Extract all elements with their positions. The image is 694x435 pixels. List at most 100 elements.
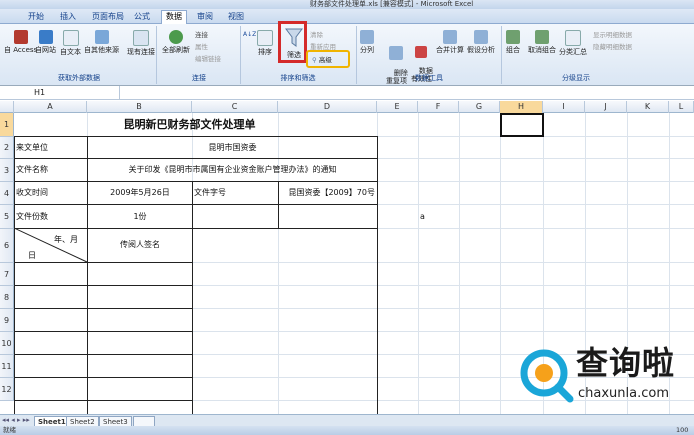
- magnifier-logo-icon: [520, 349, 574, 403]
- hide-detail-button[interactable]: 隐藏明细数据: [593, 41, 632, 51]
- row-header-2[interactable]: 2: [0, 137, 14, 159]
- properties-button[interactable]: 属性: [195, 41, 208, 51]
- row-header-8[interactable]: 8: [0, 286, 14, 309]
- group-separator: [501, 26, 502, 84]
- row-header-6[interactable]: 6: [0, 229, 14, 263]
- ungroup-button[interactable]: 取消组合: [528, 30, 556, 55]
- ribbon-tab-row: 开始 插入 页面布局 公式 数据 审阅 视图: [0, 9, 694, 25]
- edit-links-button[interactable]: 编辑链接: [195, 53, 221, 63]
- formula-bar: H1: [0, 86, 694, 100]
- web-icon: [38, 30, 53, 44]
- column-header-e[interactable]: E: [377, 101, 418, 113]
- column-header-k[interactable]: K: [627, 101, 669, 113]
- form-title[interactable]: 昆明新巴财务部文件处理单: [87, 113, 292, 137]
- watermark: 查询啦 chaxunla.com: [518, 342, 694, 414]
- from-other-sources-button[interactable]: 自其他来源: [84, 30, 119, 55]
- row-header-9[interactable]: 9: [0, 309, 14, 332]
- status-bar: 就绪 100: [0, 426, 694, 435]
- cell-b4[interactable]: 2009年5月26日: [88, 182, 192, 204]
- tab-formulas[interactable]: 公式: [130, 11, 154, 23]
- name-box[interactable]: H1: [0, 86, 120, 99]
- sheet-nav-arrows-icon[interactable]: ◂◂ ◂ ▸ ▸▸: [2, 416, 30, 424]
- column-header-j[interactable]: J: [585, 101, 627, 113]
- subtotal-button[interactable]: 分类汇总: [559, 30, 587, 57]
- cell-c4[interactable]: 文件字号: [194, 182, 278, 204]
- row-header-4[interactable]: 4: [0, 182, 14, 205]
- group-button[interactable]: 组合: [506, 30, 520, 55]
- sort-az-button[interactable]: A↓Z: [243, 30, 257, 53]
- form-border: [14, 285, 192, 286]
- access-icon: [13, 30, 28, 44]
- form-border: [192, 181, 193, 415]
- form-border: [14, 354, 192, 355]
- form-border: [14, 308, 192, 309]
- column-header-b[interactable]: B: [87, 101, 192, 113]
- column-header-c[interactable]: C: [192, 101, 278, 113]
- row-header-10[interactable]: 10: [0, 332, 14, 355]
- remove-duplicates-icon: [389, 46, 404, 60]
- refresh-all-button[interactable]: 全部刷新: [162, 30, 190, 55]
- sheet-tab-bar: ◂◂ ◂ ▸ ▸▸ Sheet1 Sheet2 Sheet3: [0, 414, 694, 428]
- sort-az-icon: A↓Z: [243, 31, 257, 38]
- tab-data[interactable]: 数据: [161, 10, 187, 25]
- cell-a4[interactable]: 收文时间: [16, 182, 86, 204]
- column-header-i[interactable]: I: [543, 101, 585, 113]
- cell-a5[interactable]: 文件份数: [16, 205, 86, 228]
- diag-label-bottom: 日: [28, 251, 36, 260]
- from-access-button[interactable]: 自 Access: [4, 30, 37, 55]
- consolidate-button[interactable]: 合并计算: [436, 30, 464, 55]
- group-separator: [356, 26, 357, 84]
- zoom-level[interactable]: 100: [676, 426, 688, 435]
- tab-view[interactable]: 视图: [224, 11, 248, 23]
- group-separator: [240, 26, 241, 84]
- row-header-1[interactable]: 1: [0, 113, 14, 137]
- row-header-12[interactable]: 12: [0, 378, 14, 401]
- row-header-3[interactable]: 3: [0, 159, 14, 182]
- row-header-5[interactable]: 5: [0, 205, 14, 229]
- cell-a2[interactable]: 来文单位: [16, 137, 86, 158]
- split-columns-icon: [360, 30, 374, 44]
- window-title: 财务部文件处理单.xls [兼容模式] - Microsoft Excel: [310, 0, 474, 8]
- cell-b3[interactable]: 关于印发《昆明市市属国有企业资金账户管理办法》的通知: [88, 159, 377, 181]
- formula-input[interactable]: [130, 87, 690, 98]
- what-if-icon: [474, 30, 488, 44]
- form-border: [14, 400, 192, 401]
- subtotal-icon: [565, 30, 581, 46]
- column-header-d[interactable]: D: [278, 101, 377, 113]
- from-web-button[interactable]: 自网站: [35, 30, 56, 55]
- column-header-f[interactable]: F: [418, 101, 459, 113]
- row-header-11[interactable]: 11: [0, 355, 14, 378]
- cell-b5[interactable]: 1份: [88, 205, 192, 228]
- tab-page-layout[interactable]: 页面布局: [88, 11, 128, 23]
- consolidate-icon: [443, 30, 457, 44]
- existing-connections-button[interactable]: 现有连接: [127, 30, 155, 57]
- refresh-icon: [169, 30, 183, 44]
- what-if-analysis-button[interactable]: 假设分析: [467, 30, 495, 55]
- sort-button[interactable]: 排序: [257, 30, 273, 57]
- row-header-7[interactable]: 7: [0, 263, 14, 286]
- cell-d4[interactable]: 昆国资委【2009】70号: [279, 182, 377, 204]
- group-label-connections: 连接: [192, 74, 206, 82]
- column-header-a[interactable]: A: [14, 101, 87, 113]
- column-header-g[interactable]: G: [459, 101, 500, 113]
- tab-review[interactable]: 审阅: [193, 11, 217, 23]
- column-header-l[interactable]: L: [669, 101, 694, 113]
- tab-home[interactable]: 开始: [24, 11, 48, 23]
- cell-f5[interactable]: a: [419, 205, 460, 228]
- selected-cell-h1[interactable]: [500, 113, 544, 137]
- cell-b6[interactable]: 传阅人签名: [88, 236, 192, 254]
- cell-a3[interactable]: 文件名称: [16, 159, 86, 181]
- column-header-h[interactable]: H: [500, 101, 543, 113]
- show-detail-button[interactable]: 显示明细数据: [593, 29, 632, 39]
- select-all-corner[interactable]: [0, 101, 14, 113]
- cell-b2[interactable]: 昆明市国资委: [88, 137, 377, 158]
- connections-icon: [133, 30, 149, 46]
- clear-filter-button[interactable]: 清除: [310, 29, 323, 39]
- ungroup-icon: [535, 30, 549, 44]
- text-to-columns-button[interactable]: 分列: [360, 30, 374, 55]
- form-border: [14, 331, 192, 332]
- group-icon: [506, 30, 520, 44]
- connections-button[interactable]: 连接: [195, 29, 208, 39]
- tab-insert[interactable]: 插入: [56, 11, 80, 23]
- from-text-button[interactable]: 自文本: [60, 30, 81, 57]
